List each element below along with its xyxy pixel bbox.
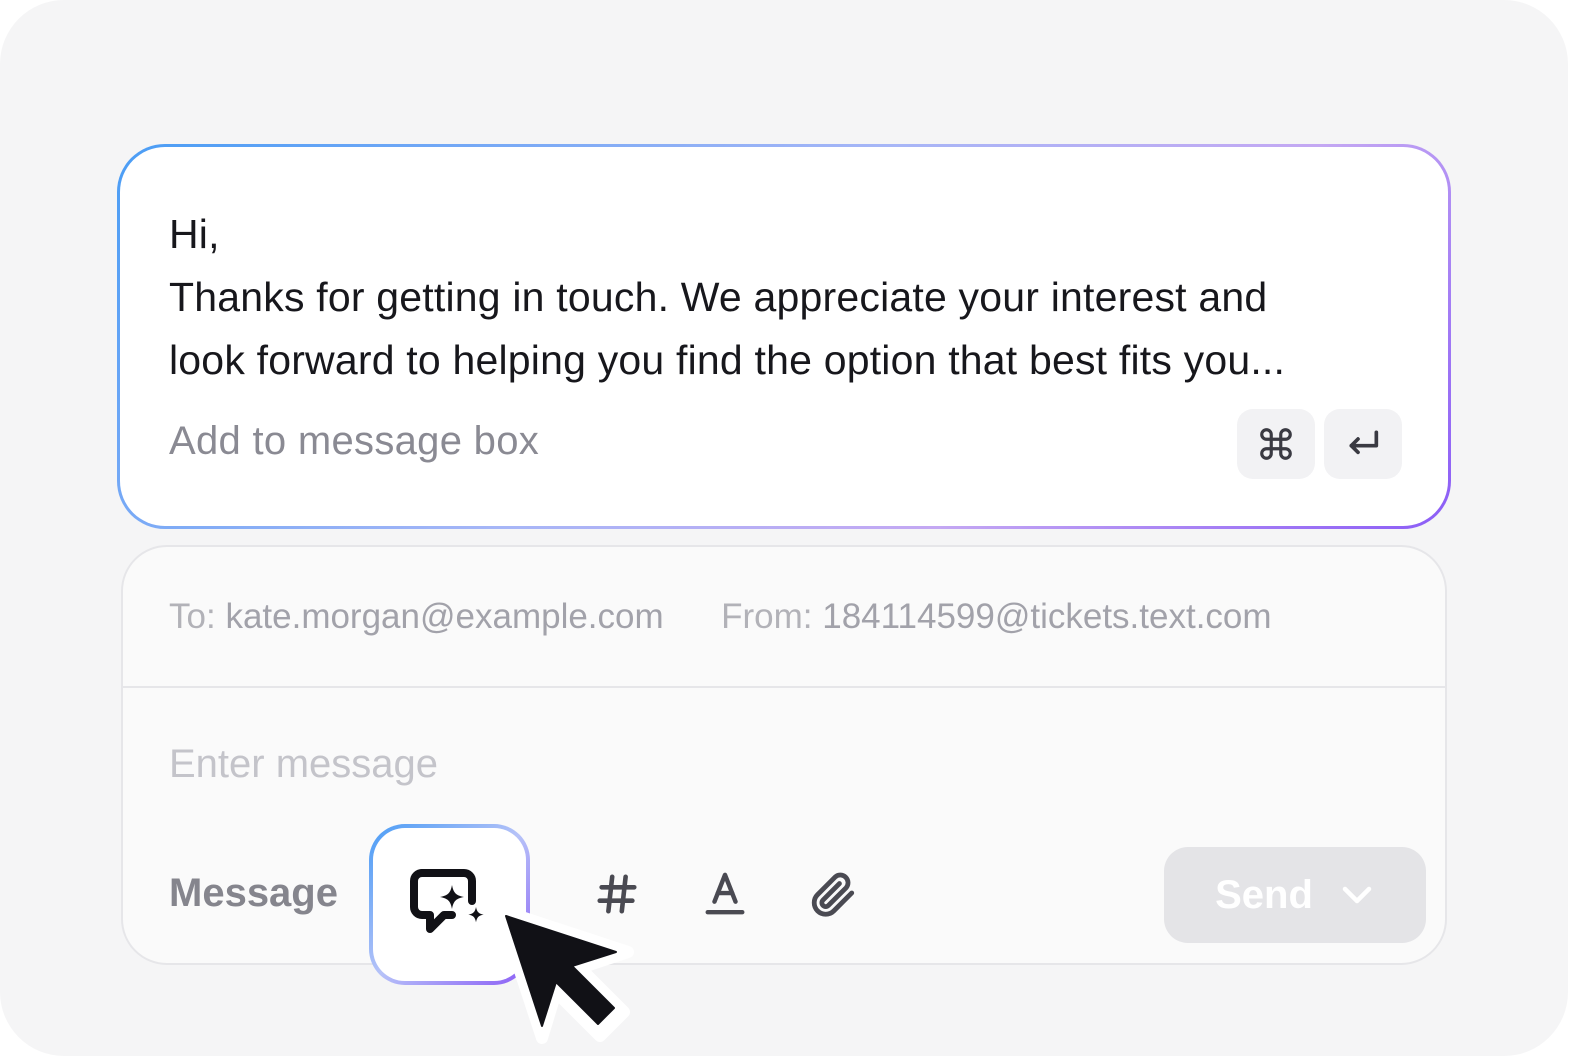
ai-suggestion-body: Hi, Thanks for getting in touch. We appr… xyxy=(120,147,1448,526)
message-input[interactable] xyxy=(169,742,1069,787)
send-button[interactable]: Send xyxy=(1164,847,1426,943)
message-composer: To: kate.morgan@example.com From: 184114… xyxy=(121,545,1447,965)
app-canvas: Hi, Thanks for getting in touch. We appr… xyxy=(0,0,1568,1056)
add-to-message-box-hint[interactable]: Add to message box xyxy=(169,419,539,464)
command-key-icon xyxy=(1260,428,1292,460)
divider xyxy=(123,686,1445,688)
to-label: To: xyxy=(169,597,216,636)
ai-suggestion-card[interactable]: Hi, Thanks for getting in touch. We appr… xyxy=(117,144,1451,529)
ai-compose-icon xyxy=(409,868,484,933)
chevron-down-icon[interactable] xyxy=(1339,883,1375,907)
attach-button[interactable] xyxy=(798,859,868,929)
enter-key-icon xyxy=(1349,430,1379,455)
command-key-button[interactable] xyxy=(1237,409,1315,479)
from-address[interactable]: 184114599@tickets.text.com xyxy=(822,597,1271,636)
suggestion-line: Thanks for getting in touch. We apprecia… xyxy=(169,274,1268,320)
paperclip-icon xyxy=(811,872,855,917)
text-format-button[interactable] xyxy=(690,859,760,929)
enter-key-button[interactable] xyxy=(1324,409,1402,479)
suggestion-line: look forward to helping you find the opt… xyxy=(169,337,1286,383)
mouse-cursor-icon xyxy=(494,904,634,1044)
ai-suggestion-text: Hi, Thanks for getting in touch. We appr… xyxy=(169,203,1409,392)
text-format-icon xyxy=(705,872,745,915)
from-label: From: xyxy=(721,597,813,636)
send-label: Send xyxy=(1215,872,1313,917)
to-address[interactable]: kate.morgan@example.com xyxy=(225,597,663,636)
address-row: To: kate.morgan@example.com From: 184114… xyxy=(169,597,1272,637)
message-tab[interactable]: Message xyxy=(169,871,338,916)
suggestion-line: Hi, xyxy=(169,211,220,257)
